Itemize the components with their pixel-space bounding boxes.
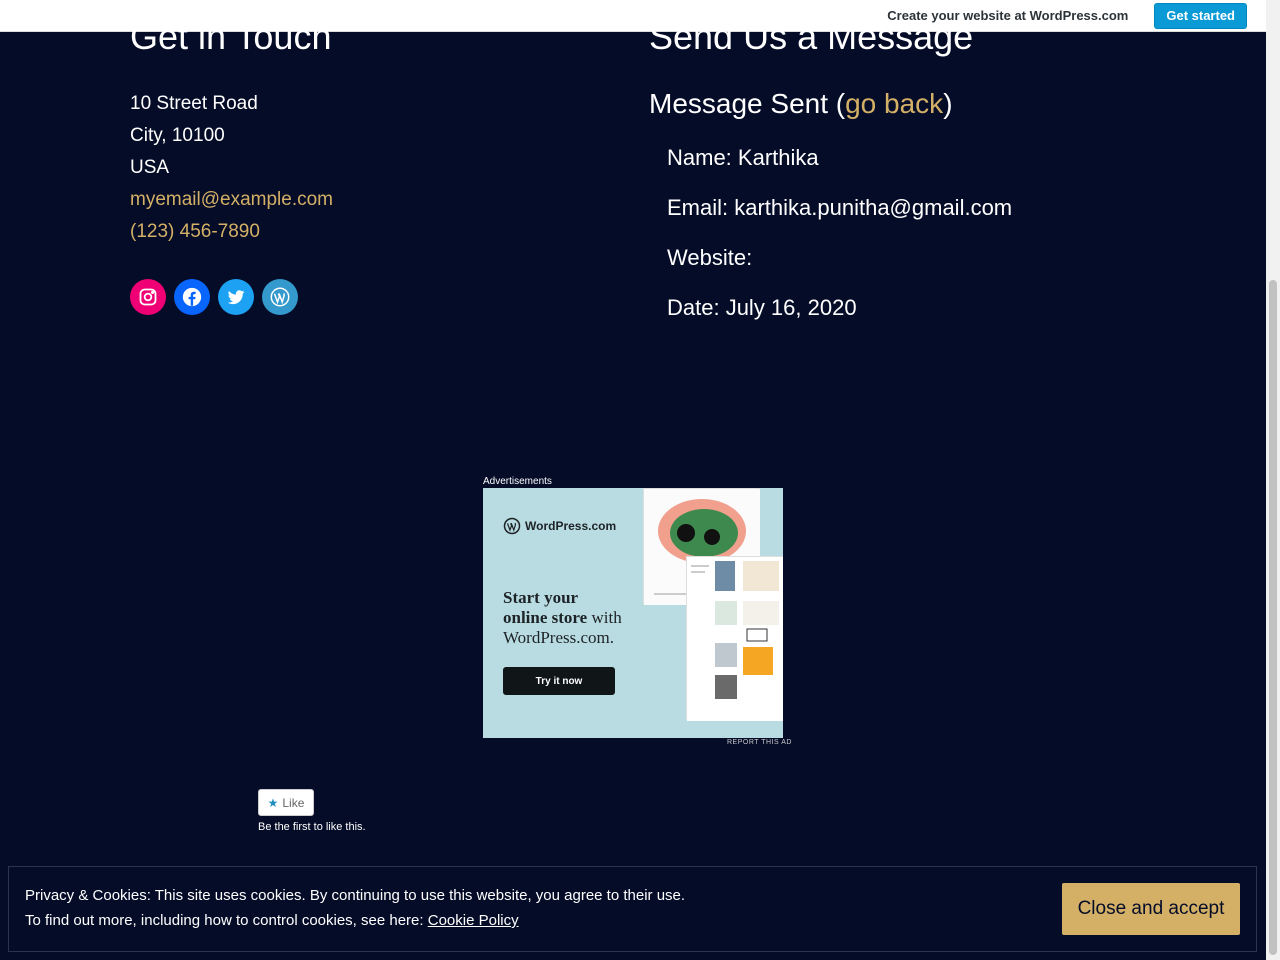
scrollbar[interactable] (1266, 0, 1280, 960)
message-sent-prefix: Message Sent ( (649, 88, 846, 119)
field-date: Date: July 16, 2020 (667, 295, 857, 320)
like-button[interactable]: ★ Like (258, 789, 314, 816)
advertisement[interactable]: WordPress.com Start your online store wi… (483, 488, 783, 738)
contact-heading: Get in Touch (130, 16, 332, 57)
cookie-banner: Privacy & Cookies: This site uses cookie… (8, 866, 1257, 952)
address-line-1: 10 Street Road (130, 93, 258, 114)
cookie-text: Privacy & Cookies: This site uses cookie… (25, 883, 685, 933)
message-sent-suffix: ) (943, 88, 953, 119)
cookie-line-2-prefix: To find out more, including how to contr… (25, 912, 428, 929)
address-line-3: USA (130, 157, 170, 178)
cookie-line-2: To find out more, including how to contr… (25, 908, 685, 933)
ad-headline-2: online store (503, 608, 588, 627)
phone-link[interactable]: (123) 456-7890 (130, 216, 333, 248)
cookie-line-1: Privacy & Cookies: This site uses cookie… (25, 887, 686, 904)
ad-headline-4: WordPress.com. (503, 628, 615, 647)
try-it-now-button[interactable]: Try it now (503, 667, 615, 695)
social-links (130, 279, 298, 315)
ad-headline-1: Start your (503, 588, 579, 607)
instagram-icon[interactable] (130, 279, 166, 315)
field-name: Name: Karthika (667, 145, 819, 170)
ad-headline-3: with (587, 608, 622, 627)
ad-image-store (686, 556, 783, 721)
ad-brand: WordPress.com (525, 519, 617, 533)
wordpress-icon[interactable] (262, 279, 298, 315)
scrollbar-thumb[interactable] (1269, 280, 1277, 955)
message-sent-status: Message Sent (go back) (649, 84, 953, 124)
star-icon: ★ (267, 795, 279, 810)
get-started-button[interactable]: Get started (1154, 2, 1247, 29)
message-heading: Send Us a Message (649, 16, 974, 57)
ad-wordpress-logo: WordPress.com (503, 517, 616, 535)
submitted-fields: Name: Karthika Email: karthika.punitha@g… (667, 141, 1012, 341)
twitter-icon[interactable] (218, 279, 254, 315)
like-label: Like (282, 795, 305, 810)
close-and-accept-button[interactable]: Close and accept (1062, 883, 1240, 935)
field-email: Email: karthika.punitha@gmail.com (667, 195, 1013, 220)
go-back-link[interactable]: go back (845, 88, 943, 119)
facebook-icon[interactable] (174, 279, 210, 315)
wordpress-logo-icon (503, 517, 521, 535)
ad-label: Advertisements (483, 476, 552, 487)
address-line-2: City, 10100 (130, 125, 225, 146)
like-note: Be the first to like this. (258, 821, 366, 833)
contact-info: 10 Street Road City, 10100 USA myemail@e… (130, 88, 333, 248)
report-ad-link[interactable]: REPORT THIS AD (727, 739, 792, 746)
email-link[interactable]: myemail@example.com (130, 184, 333, 216)
ad-headline: Start your online store with WordPress.c… (503, 588, 653, 648)
cookie-policy-link[interactable]: Cookie Policy (428, 912, 519, 929)
field-website: Website: (667, 245, 753, 270)
